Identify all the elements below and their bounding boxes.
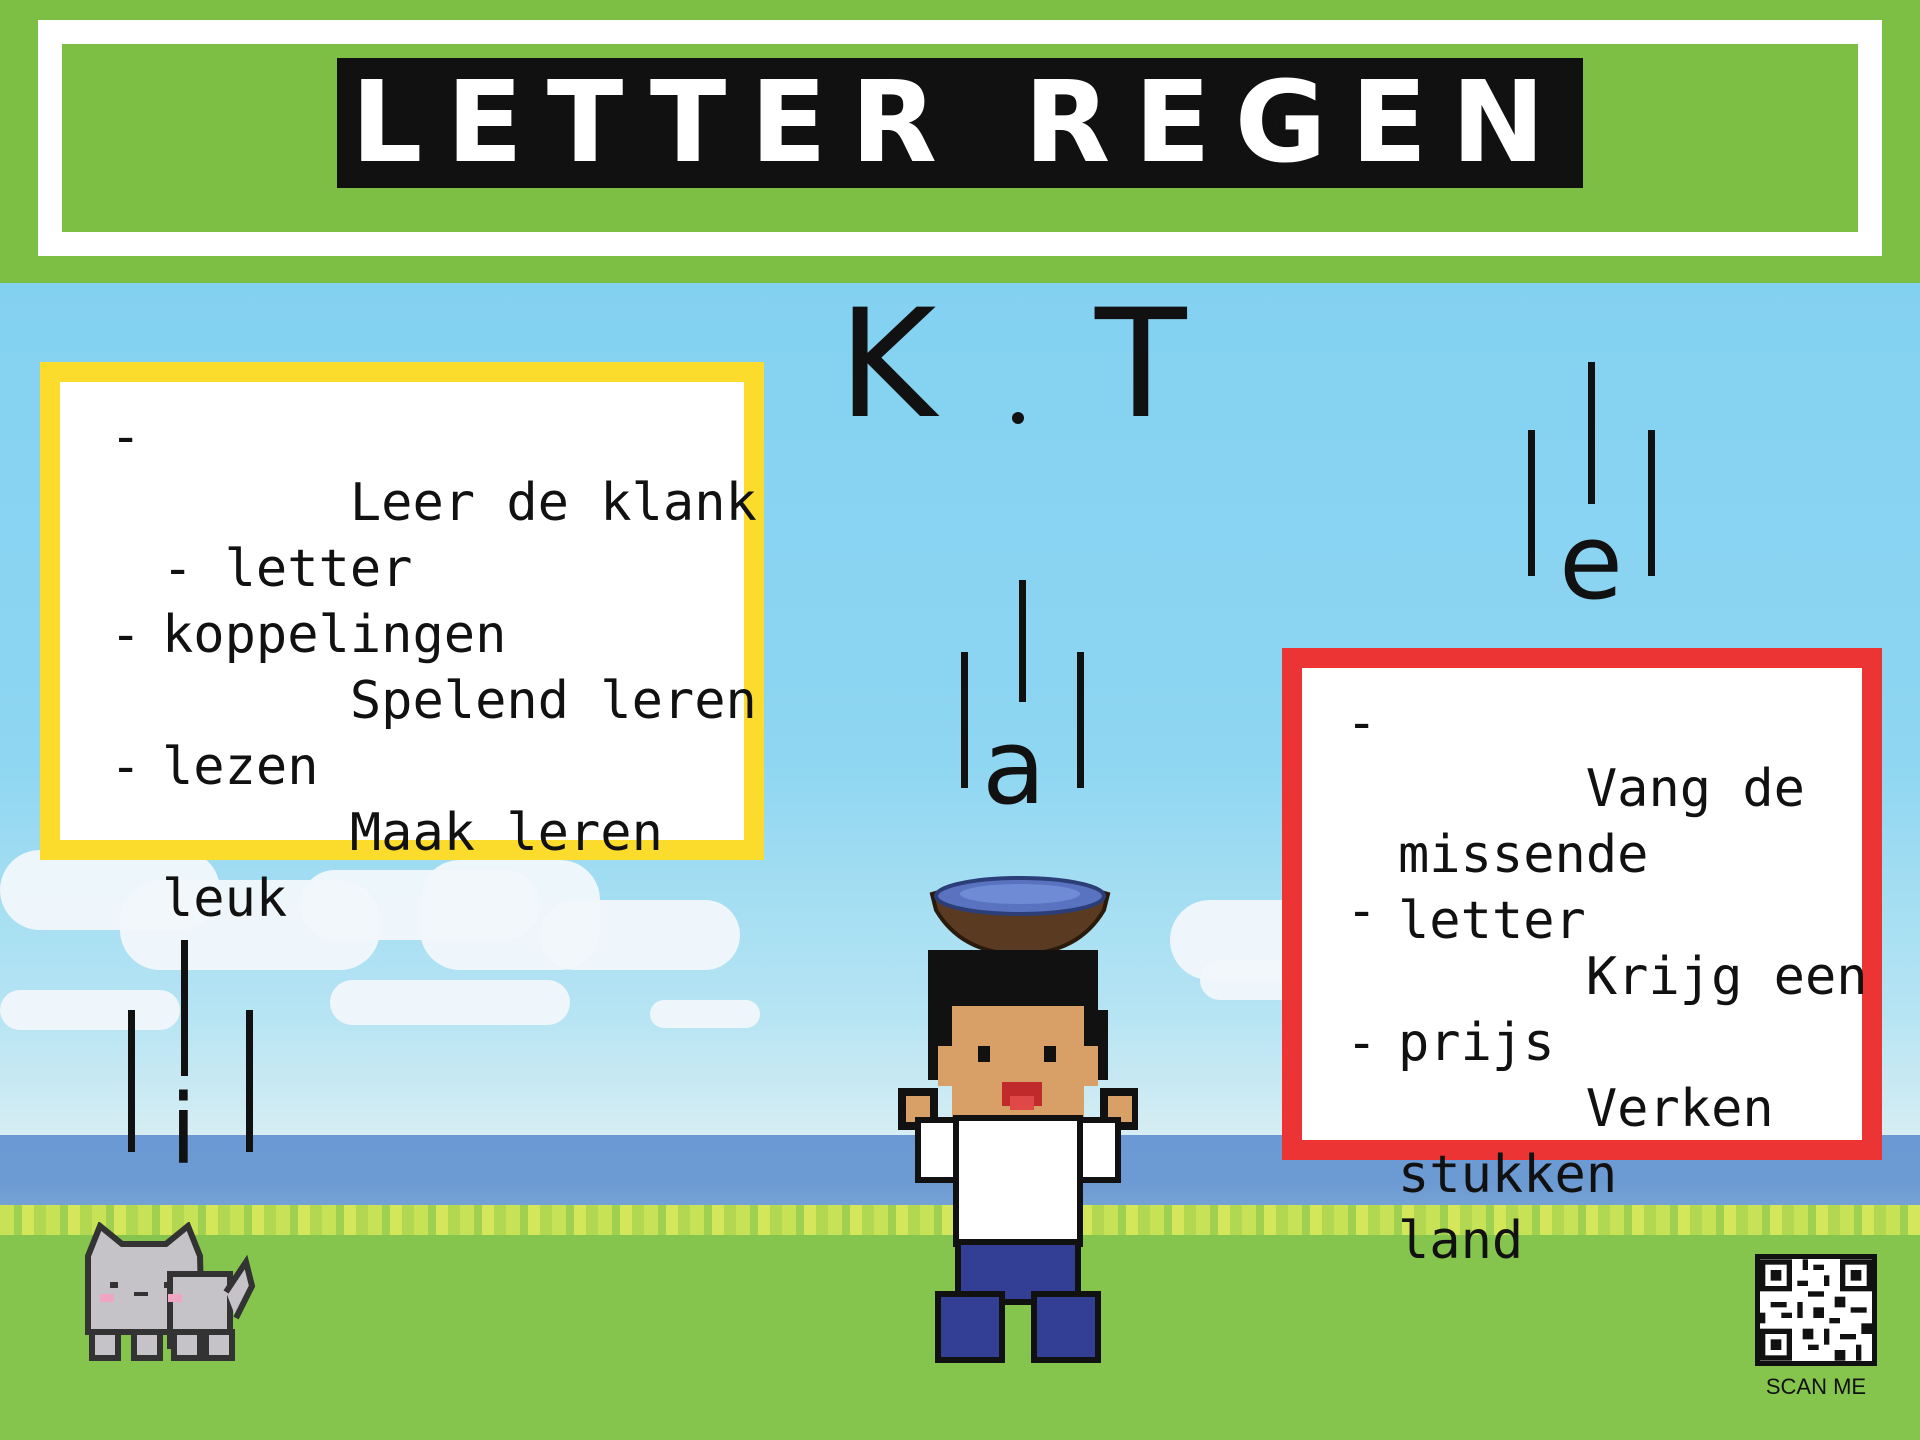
speed-line [181,940,188,1076]
puzzle-first-letter: K [838,278,937,452]
puzzle-last-letter: T [1095,278,1187,452]
gameplay-panel: - Vang de missende letter - Krijg een prij… [1282,648,1882,1271]
speed-line [1588,362,1595,504]
qr-pattern-icon [1760,1259,1872,1361]
speed-line [961,652,968,788]
game-scene: LETTER REGEN K T - Leer de klank - letter… [0,0,1920,1440]
qr-label: SCAN ME [1765,1374,1867,1399]
speed-line [1019,580,1026,702]
features-panel: - Leer de klank - letter koppelingen - Spe… [40,362,764,929]
speed-line [128,1010,135,1152]
qr-code[interactable] [1755,1254,1877,1366]
feature-item: - Maak leren leuk [110,737,695,929]
speed-line [1648,430,1655,576]
cat-character [85,1222,256,1361]
puzzle-missing-slot [1012,412,1024,424]
speed-line [246,1010,253,1152]
speed-line [1077,652,1084,788]
game-title: LETTER REGEN [0,58,1920,188]
player-character[interactable] [898,950,1138,1370]
bowl-icon [929,876,1111,956]
speed-line [1528,430,1535,576]
